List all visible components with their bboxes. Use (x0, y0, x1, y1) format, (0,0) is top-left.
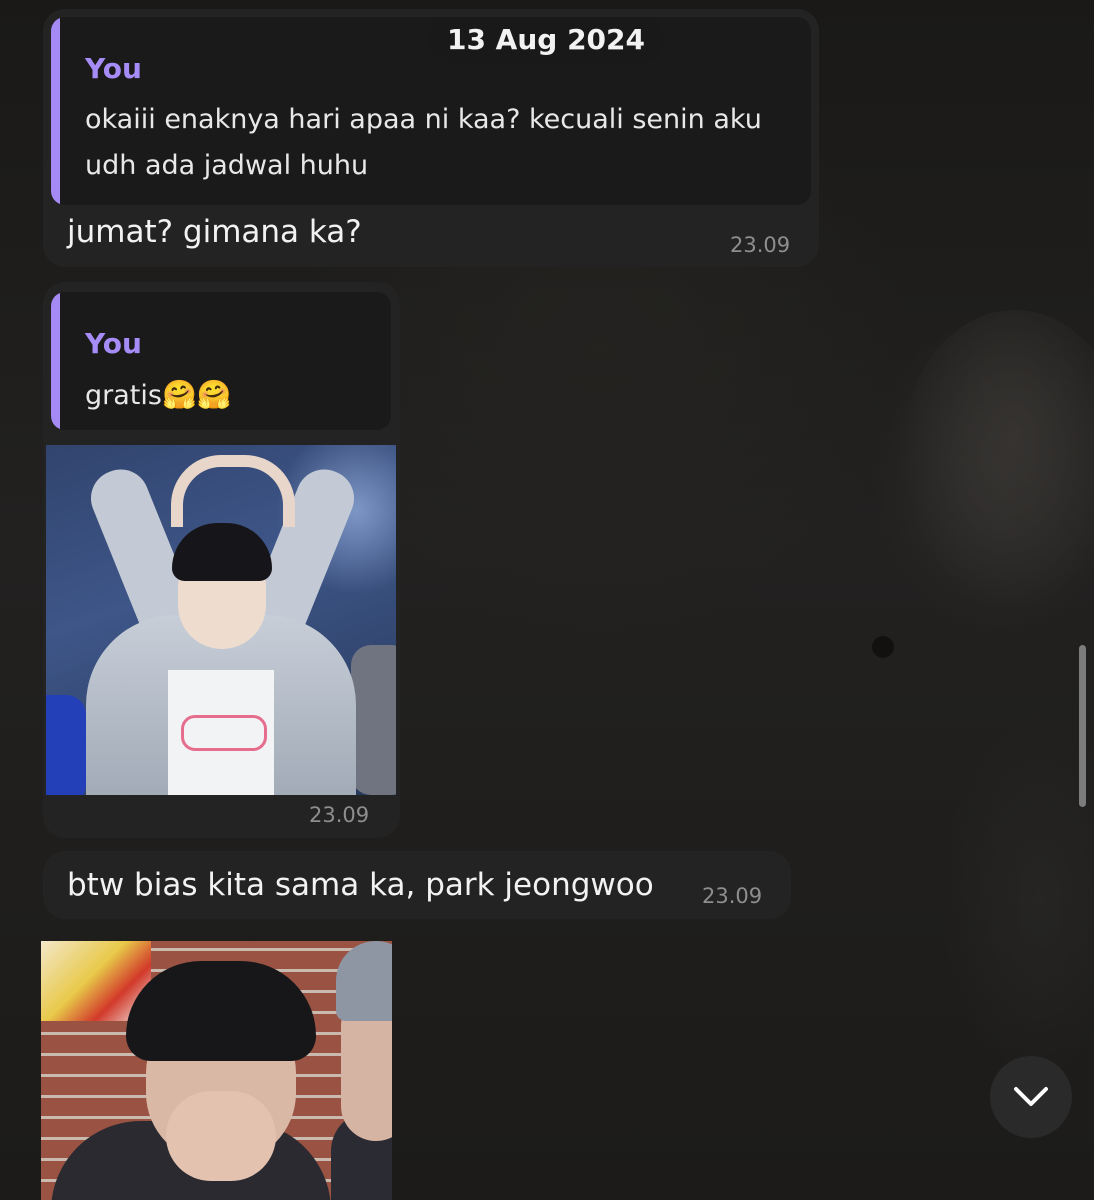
hugging-face-emoji: 🤗🤗 (161, 378, 232, 411)
chevron-down-icon (1014, 1087, 1048, 1106)
scroll-to-bottom-button[interactable] (990, 1056, 1072, 1138)
scrollbar[interactable] (1079, 645, 1086, 807)
background-dot (872, 636, 894, 658)
reply-text: gratis🤗🤗 (85, 372, 232, 419)
message-timestamp: 23.09 (309, 803, 370, 827)
reply-text-content: gratis (85, 380, 162, 411)
reply-text: okaiii enaknya hari apaa ni kaa? kecuali… (85, 104, 762, 181)
message-bubble[interactable]: You gratis🤗🤗 23.09 (43, 282, 400, 838)
photo-attachment[interactable] (41, 941, 392, 1200)
reply-sender-name: You (85, 327, 142, 360)
photo-attachment[interactable] (46, 445, 396, 795)
message-timestamp: 23.09 (730, 233, 791, 257)
heart-hands (171, 455, 295, 527)
hand-over-mouth (166, 1091, 276, 1181)
message-bubble[interactable]: btw bias kita sama ka, park jeongwoo 23.… (43, 851, 791, 919)
person-right-edge (351, 645, 396, 795)
date-separator: 13 Aug 2024 (428, 17, 664, 63)
person-left-edge (46, 695, 86, 795)
message-text: btw bias kita sama ka, park jeongwoo (67, 867, 654, 903)
message-text: jumat? gimana ka? (67, 214, 362, 250)
background-figure (900, 310, 1094, 610)
message-timestamp: 23.09 (702, 884, 763, 908)
hair (172, 523, 272, 581)
reply-quote[interactable]: You gratis🤗🤗 (51, 292, 391, 430)
shirt-print (181, 715, 267, 751)
reply-sender-name: You (85, 52, 142, 85)
